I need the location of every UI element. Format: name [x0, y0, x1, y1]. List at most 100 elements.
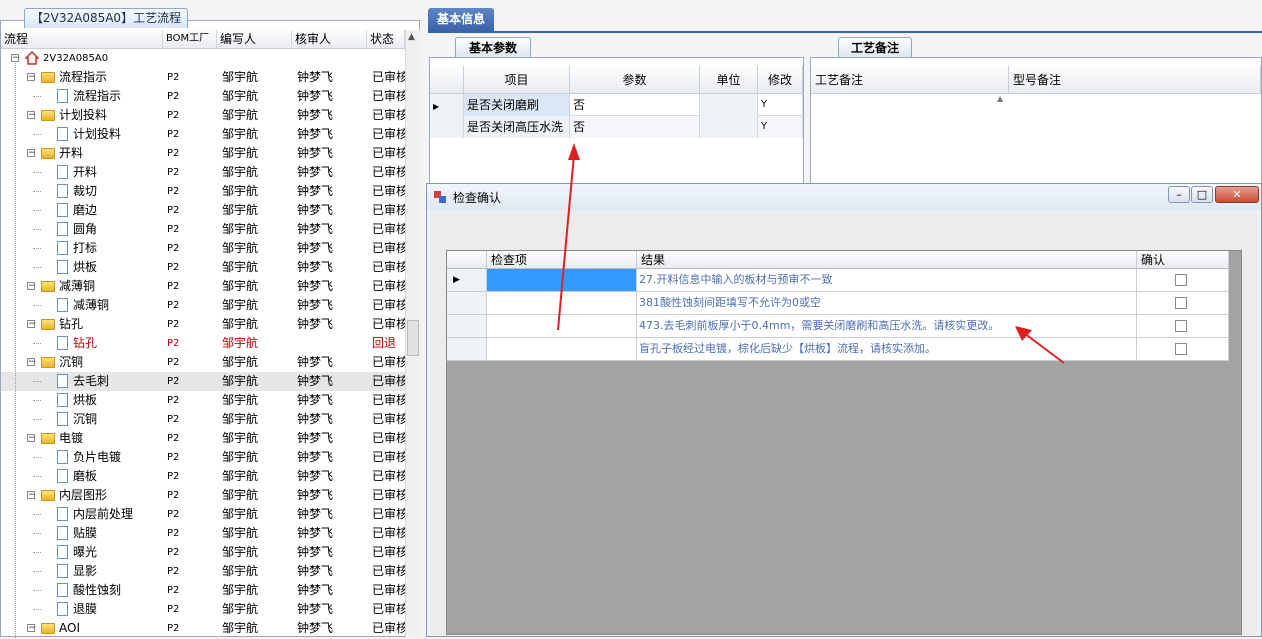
check-row[interactable]: 盲孔子板经过电镀，棕化后缺少【烘板】流程，请核实添加。 [447, 338, 1229, 361]
col-check-item[interactable]: 检查项 [487, 251, 637, 269]
scroll-thumb[interactable] [407, 320, 419, 356]
scroll-up-icon[interactable]: ▲ [997, 94, 1003, 103]
check-item-cell[interactable] [487, 292, 637, 314]
tree-node-group[interactable]: − 电镀 P2 邹宇航 钟梦飞 已审核 [1, 429, 405, 448]
col-unit[interactable]: 单位 [700, 66, 758, 94]
param-value[interactable]: 否 [570, 94, 700, 116]
confirm-checkbox[interactable] [1175, 274, 1187, 286]
tree-node-group[interactable]: − 开料 P2 邹宇航 钟梦飞 已审核 [1, 144, 405, 163]
check-item-cell[interactable] [487, 315, 637, 337]
tree-connector [33, 476, 41, 477]
tree-node-step[interactable]: 烘板 P2 邹宇航 钟梦飞 已审核 [1, 258, 405, 277]
tree-scrollbar[interactable]: ▲ [405, 30, 421, 638]
expand-toggle-icon[interactable]: − [27, 149, 36, 158]
expand-toggle-icon[interactable]: − [27, 282, 36, 291]
tree-node-step[interactable]: 磨板 P2 邹宇航 钟梦飞 已审核 [1, 467, 405, 486]
tree-node-label: 酸性蚀刻 [73, 583, 122, 597]
tree-node-step[interactable]: 开料 P2 邹宇航 钟梦飞 已审核 [1, 163, 405, 182]
tree-node-group[interactable]: − 钻孔 P2 邹宇航 钟梦飞 已审核 [1, 315, 405, 334]
col-process[interactable]: 流程 [1, 30, 163, 48]
document-icon [57, 127, 68, 141]
document-icon [57, 260, 68, 274]
tree-node-step[interactable]: 减薄铜 P2 邹宇航 钟梦飞 已审核 [1, 296, 405, 315]
check-result-text: 27.开料信息中输入的板材与预审不一致 [637, 269, 1137, 291]
param-row[interactable]: ▶ 是否关闭磨刷 否 Y [430, 94, 803, 116]
tree-node-step[interactable]: 显影 P2 邹宇航 钟梦飞 已审核 [1, 562, 405, 581]
expand-toggle-icon[interactable]: − [27, 111, 36, 120]
confirm-checkbox[interactable] [1175, 297, 1187, 309]
tree-node-step[interactable]: 酸性蚀刻 P2 邹宇航 钟梦飞 已审核 [1, 581, 405, 600]
status-text: 已审核 [372, 450, 405, 464]
check-row[interactable]: 473.去毛刺前板厚小于0.4mm，需要关闭磨刷和高压水洗。请核实更改。 [447, 315, 1229, 338]
bom-factory: P2 [167, 395, 180, 406]
col-item[interactable]: 项目 [464, 66, 570, 94]
tab-basic-info[interactable]: 基本信息 [428, 8, 494, 31]
col-confirm[interactable]: 确认 [1137, 251, 1229, 269]
confirm-checkbox[interactable] [1175, 343, 1187, 355]
tree-node-step[interactable]: 曝光 P2 邹宇航 钟梦飞 已审核 [1, 543, 405, 562]
reviewer-name: 钟梦飞 [297, 412, 334, 426]
dialog-titlebar[interactable]: 检查确认 – □ ✕ [427, 184, 1261, 210]
tree-node-step[interactable]: 负片电镀 P2 邹宇航 钟梦飞 已审核 [1, 448, 405, 467]
tree-node-step[interactable]: 退膜 P2 邹宇航 钟梦飞 已审核 [1, 600, 405, 619]
expand-toggle-icon[interactable]: − [11, 54, 20, 63]
tree-node-group[interactable]: − 计划投料 P2 邹宇航 钟梦飞 已审核 [1, 106, 405, 125]
expand-toggle-icon[interactable]: − [27, 624, 36, 633]
col-reviewer[interactable]: 核审人 [292, 30, 367, 48]
tree-node-label: 烘板 [73, 260, 98, 274]
maximize-icon[interactable]: □ [1191, 186, 1213, 203]
tree-node-step[interactable]: 流程指示 P2 邹宇航 钟梦飞 已审核 [1, 87, 405, 106]
status-text: 已审核 [372, 260, 405, 274]
col-writer[interactable]: 编写人 [217, 30, 292, 48]
tree-node-step[interactable]: 沉铜 P2 邹宇航 钟梦飞 已审核 [1, 410, 405, 429]
check-row[interactable]: 381酸性蚀刻间距填写不允许为0或空 [447, 292, 1229, 315]
expand-toggle-icon[interactable]: − [27, 73, 36, 82]
status-text: 已审核 [372, 564, 405, 578]
tree-node-step[interactable]: 内层前处理 P2 邹宇航 钟梦飞 已审核 [1, 505, 405, 524]
bom-factory: P2 [167, 243, 180, 254]
col-process-remark[interactable]: 工艺备注 [811, 66, 1009, 94]
col-modify[interactable]: 修改 [758, 66, 803, 94]
check-item-cell[interactable] [487, 269, 637, 291]
tree-node-step[interactable]: 打标 P2 邹宇航 钟梦飞 已审核 [1, 239, 405, 258]
tree-node-step[interactable]: 磨边 P2 邹宇航 钟梦飞 已审核 [1, 201, 405, 220]
check-row[interactable]: ▶ 27.开料信息中输入的板材与预审不一致 [447, 269, 1229, 292]
tab-basic-params[interactable]: 基本参数 [455, 37, 531, 58]
tree-node-step[interactable]: 贴膜 P2 邹宇航 钟梦飞 已审核 [1, 524, 405, 543]
param-row[interactable]: 是否关闭高压水洗 否 Y [430, 116, 803, 138]
col-bom[interactable]: BOM工厂 [163, 30, 217, 48]
expand-toggle-icon[interactable]: − [27, 434, 36, 443]
tree-node-step[interactable]: 计划投料 P2 邹宇航 钟梦飞 已审核 [1, 125, 405, 144]
process-tab[interactable]: 【2V32A085A0】工艺流程 [24, 8, 189, 28]
tree-node-label: 沉铜 [73, 412, 98, 426]
expand-toggle-icon[interactable]: − [27, 491, 36, 500]
tree-node-step[interactable]: 裁切 P2 邹宇航 钟梦飞 已审核 [1, 182, 405, 201]
scroll-up-icon[interactable]: ▲ [408, 32, 415, 42]
status-text: 已审核 [372, 355, 405, 369]
tab-process-remark[interactable]: 工艺备注 [838, 37, 912, 58]
expand-toggle-icon[interactable]: − [27, 320, 36, 329]
col-result[interactable]: 结果 [637, 251, 1137, 269]
bom-factory: P2 [167, 547, 180, 558]
expand-toggle-icon[interactable]: − [27, 358, 36, 367]
tree-node-step[interactable]: 烘板 P2 邹宇航 钟梦飞 已审核 [1, 391, 405, 410]
tree-node-step[interactable]: 钻孔 P2 邹宇航 回退 [1, 334, 405, 353]
tree-node-step[interactable]: 圆角 P2 邹宇航 钟梦飞 已审核 [1, 220, 405, 239]
confirm-checkbox[interactable] [1175, 320, 1187, 332]
minimize-icon[interactable]: – [1168, 186, 1190, 203]
tree-node-step[interactable]: 去毛刺 P2 邹宇航 钟梦飞 已审核 [1, 372, 405, 391]
tree-node-group[interactable]: − AOI P2 邹宇航 钟梦飞 已审核 [1, 619, 405, 638]
tree-node-group[interactable]: − 流程指示 P2 邹宇航 钟梦飞 已审核 [1, 68, 405, 87]
close-icon[interactable]: ✕ [1215, 186, 1259, 203]
col-model-remark[interactable]: 型号备注 [1009, 66, 1261, 94]
col-param[interactable]: 参数 [570, 66, 700, 94]
tree-node-group[interactable]: − 沉铜 P2 邹宇航 钟梦飞 已审核 [1, 353, 405, 372]
tree-node-root[interactable]: − 2V32A085A0 [1, 49, 405, 68]
tree-node-group[interactable]: − 减薄铜 P2 邹宇航 钟梦飞 已审核 [1, 277, 405, 296]
check-item-cell[interactable] [487, 338, 637, 360]
process-tree-panel: 流程 BOM工厂 编写人 核审人 状态 −2V32A085A0− 流程指示 P2 邹宇… [0, 20, 421, 639]
tree-node-group[interactable]: − 内层图形 P2 邹宇航 钟梦飞 已审核 [1, 486, 405, 505]
param-value[interactable]: 否 [570, 116, 700, 138]
tree-connector [33, 134, 41, 135]
col-status[interactable]: 状态 [367, 30, 405, 48]
